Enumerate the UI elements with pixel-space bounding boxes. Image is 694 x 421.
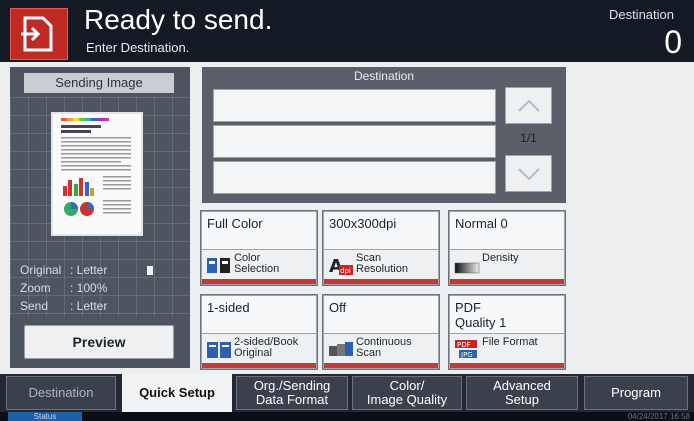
svg-text:dpi: dpi (340, 267, 351, 275)
color-selection-button[interactable]: Full Color Color Selection (200, 210, 318, 286)
continuous-scan-icon (329, 342, 353, 356)
duplex-original-button[interactable]: 1-sided 2-sided/Book Original (200, 294, 318, 370)
density-icon (454, 262, 480, 274)
info-value: : Letter (70, 299, 108, 313)
page-title: Ready to send. (84, 4, 273, 35)
tab-label: Data Format (255, 392, 329, 407)
tab-label: Program (611, 385, 661, 400)
tab-advanced-setup[interactable]: Advanced Setup (466, 376, 578, 410)
svg-text:JPG: JPG (460, 351, 473, 359)
original-size-info: Original : Letter (20, 263, 153, 277)
chevron-up-icon (518, 99, 540, 112)
status-bar: Status 04/24/2017 16:58 (0, 412, 694, 421)
file-format-label: PDF JPG File Format (450, 334, 564, 363)
header-bar: Ready to send. Enter Destination. Destin… (0, 0, 694, 62)
tab-program[interactable]: Program (584, 376, 688, 410)
tab-label: Image Quality (366, 392, 448, 407)
chevron-down-icon (518, 168, 540, 181)
label-line: Selection (234, 263, 280, 275)
destination-row[interactable] (213, 161, 496, 194)
scan-resolution-icon: A dpi (329, 256, 353, 275)
tab-bar: Destination Quick Setup Org./Sending Data… (0, 374, 694, 412)
scan-resolution-label: A dpi Scan Resolution (324, 250, 438, 279)
destination-count-label: Destination (608, 7, 674, 22)
tab-label: Color/ (389, 378, 425, 393)
info-key: Send (20, 299, 49, 313)
info-value: : Letter (70, 263, 108, 277)
sending-image-title: Sending Image (24, 73, 174, 93)
info-value: : 100% (70, 281, 108, 295)
tab-label: Quick Setup (139, 385, 215, 400)
tile-accent (450, 279, 564, 284)
continuous-scan-value: Off (324, 296, 438, 333)
tab-color-image-quality[interactable]: Color/Image Quality (352, 376, 462, 410)
scan-resolution-button[interactable]: 300x300dpi A dpi Scan Resolution (322, 210, 440, 286)
label-line: Density (482, 252, 519, 264)
info-key: Zoom (20, 281, 51, 295)
label-line: File Format (482, 336, 538, 348)
label-line: Original (234, 347, 272, 359)
page-subtitle: Enter Destination. (86, 40, 190, 55)
file-format-icon: PDF JPG (455, 340, 477, 359)
tile-accent (324, 363, 438, 368)
tile-accent (324, 279, 438, 284)
tile-accent (450, 363, 564, 368)
color-selection-icon (207, 258, 230, 273)
scan-resolution-value: 300x300dpi (324, 212, 438, 249)
destination-title: Destination (353, 69, 415, 83)
duplex-original-value: 1-sided (202, 296, 316, 333)
density-value: Normal 0 (450, 212, 564, 249)
file-format-value: PDF Quality 1 (450, 296, 564, 333)
tab-label: Setup (505, 392, 539, 407)
density-button[interactable]: Normal 0 Density (448, 210, 566, 286)
send-size-info: Send : Letter (20, 299, 107, 313)
color-selection-value: Full Color (202, 212, 316, 249)
send-mode-icon (10, 8, 68, 60)
label-line: Resolution (356, 263, 408, 275)
continuous-scan-button[interactable]: Off Continuous Scan (322, 294, 440, 370)
status-button[interactable]: Status (8, 412, 82, 421)
destination-count: 0 (664, 24, 682, 60)
continuous-scan-label: Continuous Scan (324, 334, 438, 363)
label-line: Scan (356, 347, 382, 359)
density-label: Density (450, 250, 564, 279)
destination-row[interactable] (213, 125, 496, 158)
zoom-info: Zoom : 100% (20, 281, 107, 295)
file-format-button[interactable]: PDF Quality 1 PDF JPG File Format (448, 294, 566, 370)
sending-image-panel: Sending Image Original: Letter Zoom: 1… (10, 67, 190, 368)
value-line: PDF (455, 300, 481, 315)
destination-row[interactable] (213, 89, 496, 122)
send-screen: Ready to send. Enter Destination. Destin… (0, 0, 694, 421)
preview-button[interactable]: Preview (24, 325, 174, 359)
tab-label: Org./Sending (253, 378, 331, 393)
tile-accent (202, 279, 316, 284)
info-key: Original (20, 263, 62, 277)
portrait-icon (146, 266, 153, 276)
page-indicator: 1/1 (520, 131, 537, 145)
document-thumbnail (53, 114, 141, 234)
value-line: Quality 1 (455, 315, 507, 330)
tab-destination[interactable]: Destination (6, 376, 116, 410)
tab-label: Destination (28, 385, 94, 400)
svg-text:PDF: PDF (457, 341, 471, 349)
duplex-original-label: 2-sided/Book Original (202, 334, 316, 363)
scroll-up-button[interactable] (505, 87, 552, 124)
tab-quick-setup[interactable]: Quick Setup (122, 374, 232, 412)
scroll-down-button[interactable] (505, 155, 552, 192)
destination-panel: Destination 1/1 (202, 67, 566, 203)
color-selection-label: Color Selection (202, 250, 316, 279)
duplex-original-icon (207, 342, 231, 358)
tile-accent (202, 363, 316, 368)
tab-label: Advanced (493, 378, 551, 393)
status-datetime: 04/24/2017 16:58 (627, 412, 690, 421)
tab-org-sending-data-format[interactable]: Org./Sending Data Format (236, 376, 348, 410)
